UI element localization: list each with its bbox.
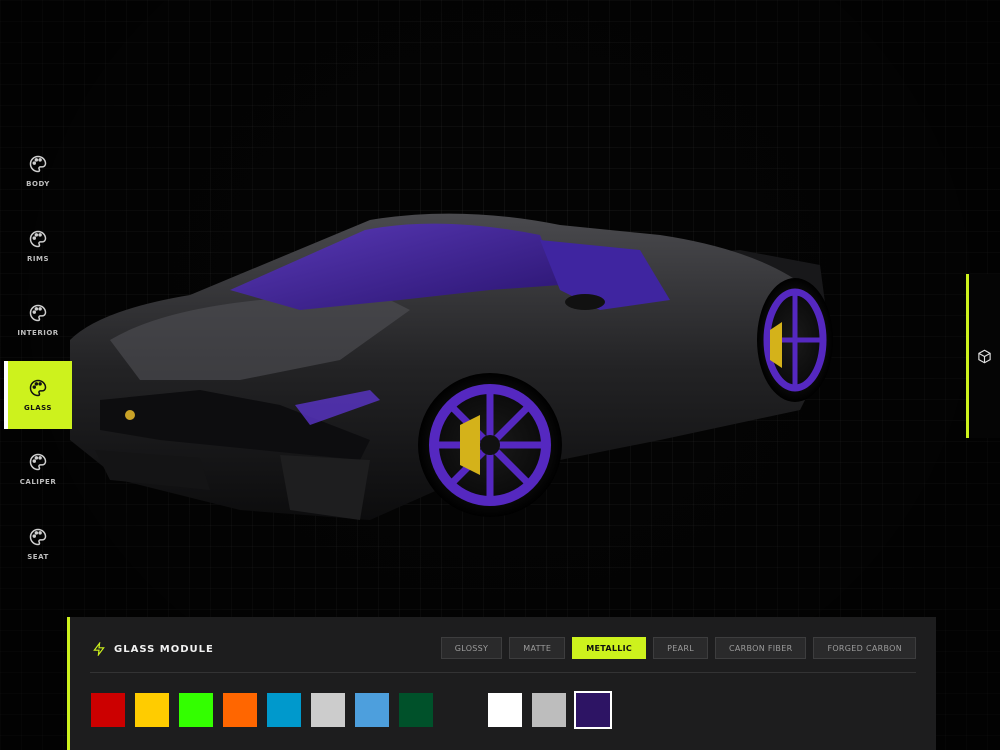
sidebar-item-glass[interactable]: GLASS [4, 360, 72, 429]
palette-icon [29, 379, 47, 396]
color-swatches [91, 691, 631, 729]
sidebar-item-label: BODY [26, 180, 50, 188]
3d-view-toggle-button[interactable] [966, 274, 1000, 438]
palette-icon [29, 155, 47, 173]
component-sidebar: BODY RIMS INTERIOR GLASS CALIPER SEAT [4, 137, 72, 584]
palette-icon [29, 304, 47, 322]
color-swatch-sky-blue[interactable] [355, 693, 389, 727]
finish-matte-button[interactable]: MATTE [509, 637, 566, 659]
color-swatch-light-gray[interactable] [311, 693, 345, 727]
sidebar-item-label: GLASS [24, 403, 52, 412]
color-swatch-purple[interactable] [574, 691, 612, 729]
finish-forged-carbon-button[interactable]: FORGED CARBON [813, 637, 916, 659]
sidebar-item-label: CALIPER [19, 478, 57, 486]
panel-header: GLASS MODULE [92, 642, 214, 656]
finish-carbon-fiber-button[interactable]: CARBON FIBER [714, 637, 807, 659]
palette-icon [29, 453, 47, 471]
sidebar-item-caliper[interactable]: CALIPER [4, 435, 72, 503]
palette-icon [29, 528, 47, 545]
sidebar-item-seat[interactable]: SEAT [4, 510, 72, 578]
sidebar-item-label: INTERIOR [17, 329, 59, 337]
panel-divider [90, 672, 916, 673]
palette-icon [29, 230, 47, 247]
finish-glossy-button[interactable]: GLOSSY [440, 637, 503, 659]
car-3d-view[interactable] [40, 190, 860, 570]
panel-title: GLASS MODULE [114, 643, 214, 655]
color-swatch-red[interactable] [91, 693, 125, 727]
sidebar-item-label: SEAT [27, 552, 49, 561]
color-swatch-white[interactable] [488, 693, 522, 727]
color-swatch-yellow[interactable] [135, 693, 169, 727]
car-body [70, 213, 833, 521]
sidebar-item-rims[interactable]: RIMS [4, 212, 72, 280]
cube-icon [978, 349, 991, 363]
color-swatch-dark-green[interactable] [399, 693, 433, 727]
sidebar-item-interior[interactable]: INTERIOR [4, 286, 72, 354]
glass-module-panel: GLASS MODULE GLOSSY MATTE METALLIC PEARL… [67, 617, 936, 750]
finish-selector: GLOSSY MATTE METALLIC PEARL CARBON FIBER… [434, 637, 916, 659]
color-swatch-silver[interactable] [532, 693, 566, 727]
finish-metallic-button[interactable]: METALLIC [572, 637, 647, 659]
color-swatch-blue[interactable] [267, 693, 301, 727]
color-swatch-orange[interactable] [223, 693, 257, 727]
color-swatch-green[interactable] [179, 693, 213, 727]
lightning-icon [93, 642, 105, 656]
finish-pearl-button[interactable]: PEARL [653, 637, 708, 659]
sidebar-item-body[interactable]: BODY [4, 137, 72, 205]
sidebar-item-label: RIMS [26, 254, 49, 263]
